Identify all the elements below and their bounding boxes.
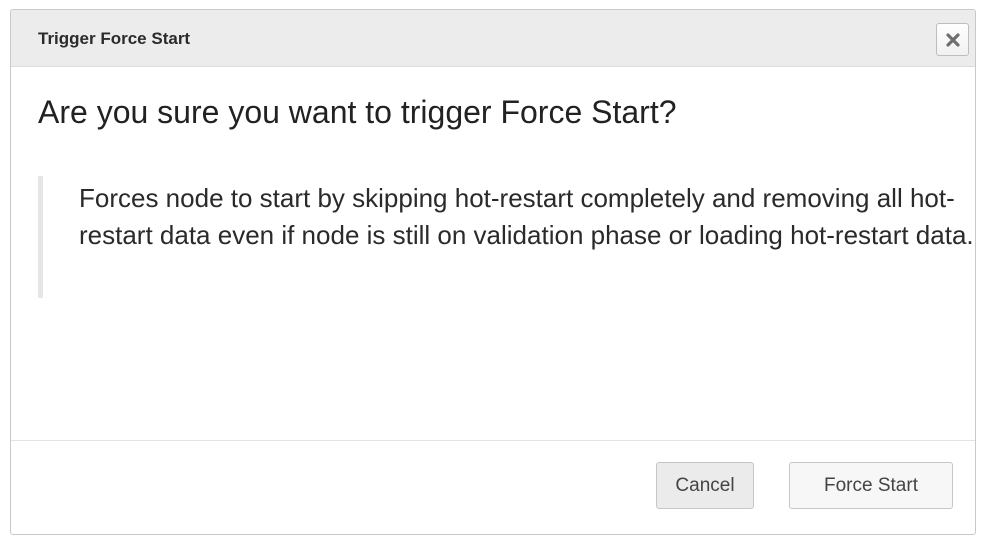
cancel-button[interactable]: Cancel <box>656 462 754 509</box>
force-start-button[interactable]: Force Start <box>789 462 953 509</box>
dialog-header: Trigger Force Start <box>11 10 975 67</box>
dialog-footer: Cancel Force Start <box>11 440 975 534</box>
description-text: Forces node to start by skipping hot-res… <box>79 183 974 250</box>
dialog-question: Are you sure you want to trigger Force S… <box>38 94 677 130</box>
dialog-title: Trigger Force Start <box>38 29 191 48</box>
close-button[interactable] <box>936 23 969 56</box>
close-icon <box>946 33 960 47</box>
description-blockquote: Forces node to start by skipping hot-res… <box>38 176 974 298</box>
force-start-dialog: Trigger Force Start Are you sure you wan… <box>10 9 976 535</box>
